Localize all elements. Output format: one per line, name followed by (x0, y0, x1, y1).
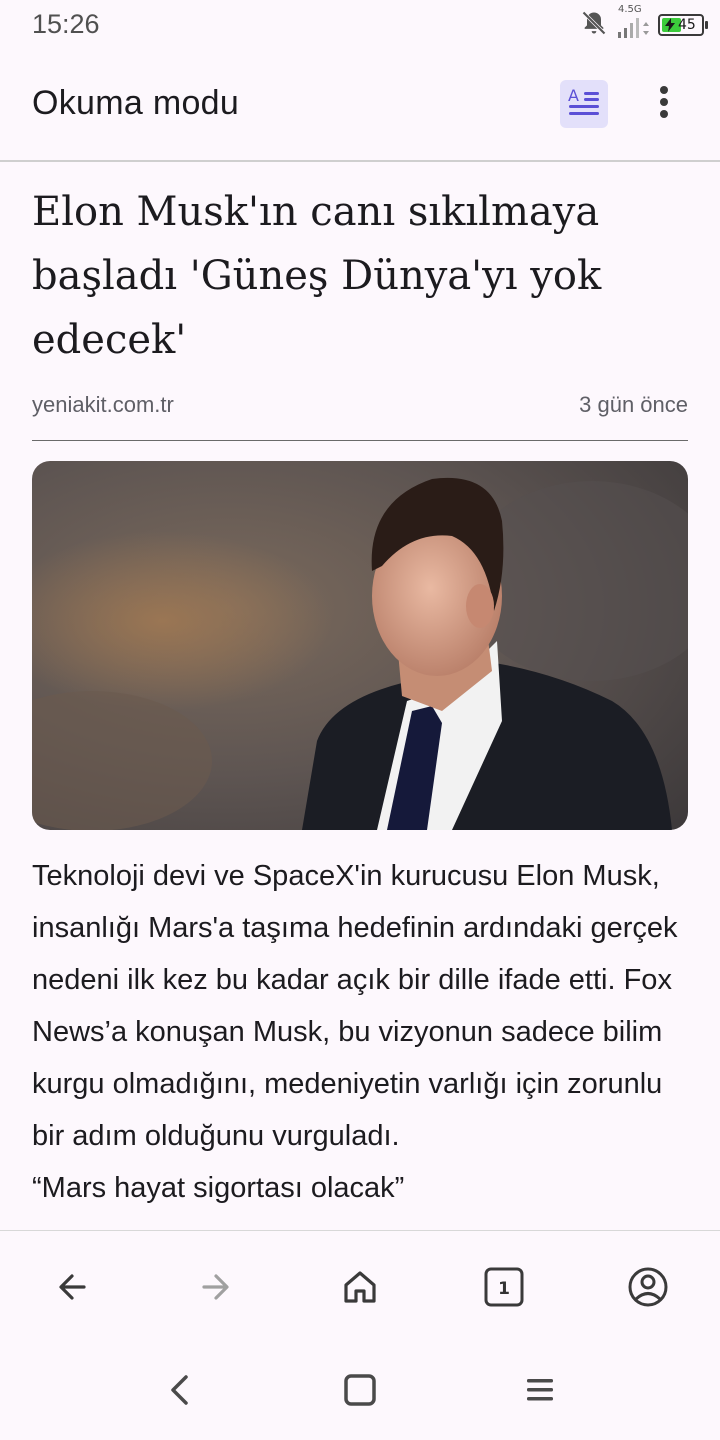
status-time: 15:26 (32, 9, 100, 39)
tabs-button[interactable]: 1 (476, 1261, 532, 1317)
svg-text:A: A (568, 86, 579, 105)
back-button[interactable] (44, 1261, 100, 1317)
system-home-icon (343, 1373, 377, 1412)
system-nav (0, 1346, 720, 1440)
system-back-icon (168, 1374, 192, 1411)
meta-divider (32, 440, 688, 441)
reader-mode-button[interactable]: A (560, 80, 608, 128)
system-back-button[interactable] (156, 1368, 204, 1416)
app-bar: Okuma modu A (0, 52, 720, 160)
article-source: yeniakit.com.tr (32, 392, 174, 417)
tab-count: 1 (498, 1279, 510, 1299)
forward-button[interactable] (188, 1261, 244, 1317)
battery-level: 45 (678, 17, 696, 33)
home-button[interactable] (332, 1261, 388, 1317)
article-body: Teknoloji devi ve SpaceX'in kurucusu Elo… (32, 850, 688, 1214)
forward-icon (198, 1269, 234, 1310)
back-icon (54, 1269, 90, 1310)
signal-icon: 4.5G (616, 4, 650, 42)
reader-mode-icon: A (566, 84, 602, 125)
system-home-button[interactable] (336, 1368, 384, 1416)
system-recents-button[interactable] (516, 1368, 564, 1416)
bell-off-icon (580, 9, 608, 42)
article-time: 3 gün önce (579, 392, 688, 417)
article-paragraph: “Mars hayat sigortası olacak” (32, 1172, 405, 1204)
bottom-nav: 1 (0, 1230, 720, 1346)
account-button[interactable] (620, 1261, 676, 1317)
more-options-button[interactable] (644, 80, 684, 128)
article-photo (32, 461, 688, 830)
status-bar: 15:26 4.5G 45 (0, 0, 720, 52)
more-vert-icon (658, 84, 670, 125)
status-icons: 4.5G 45 (580, 4, 708, 42)
network-label: 4.5G (618, 4, 642, 15)
article: Elon Musk'ın canı sıkılmaya başladı 'Gün… (0, 162, 720, 1230)
account-icon (627, 1266, 669, 1313)
system-recents-icon (525, 1375, 555, 1410)
home-icon (341, 1268, 379, 1311)
article-headline: Elon Musk'ın canı sıkılmaya başladı 'Gün… (32, 189, 602, 363)
page-title: Okuma modu (32, 84, 240, 122)
article-meta: yeniakit.com.tr 3 gün önce (32, 392, 688, 418)
article-paragraph: Teknoloji devi ve SpaceX'in kurucusu Elo… (32, 860, 678, 1152)
battery-icon: 45 (658, 14, 708, 36)
